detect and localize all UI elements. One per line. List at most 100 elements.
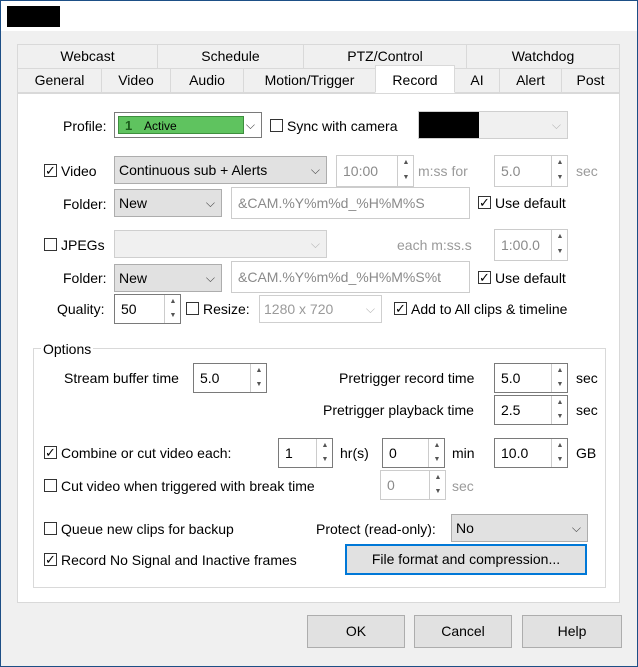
video-time-spinner[interactable]: ▲ ▼ bbox=[397, 156, 413, 186]
spin-down-icon[interactable]: ▼ bbox=[552, 245, 568, 260]
file-format-button[interactable]: File format and compression... bbox=[345, 544, 587, 575]
jpeg-folder-select[interactable]: New ⌵ bbox=[114, 264, 222, 292]
cut-video-checkbox[interactable] bbox=[44, 479, 57, 492]
profile-select[interactable]: 1 Active ⌵ bbox=[114, 112, 262, 138]
spin-up-icon[interactable]: ▲ bbox=[552, 396, 568, 410]
add-to-all-clips-checkbox[interactable] bbox=[394, 299, 407, 319]
help-button[interactable]: Help bbox=[522, 615, 622, 648]
combine-size-spinner[interactable]: ▲ ▼ bbox=[551, 439, 567, 467]
combine-label: Combine or cut video each: bbox=[61, 445, 232, 461]
video-mode-select[interactable]: Continuous sub + Alerts ⌵ bbox=[114, 156, 327, 184]
spin-up-icon[interactable]: ▲ bbox=[398, 156, 414, 171]
spin-down-icon[interactable]: ▼ bbox=[398, 171, 414, 186]
break-time-input[interactable]: 0 ▲ ▼ bbox=[380, 470, 446, 500]
jpeg-filename-value: &CAM.%Y%m%d_%H%M%S%t bbox=[238, 269, 442, 285]
spin-up-icon[interactable]: ▲ bbox=[552, 364, 568, 378]
spin-down-icon[interactable]: ▼ bbox=[552, 378, 568, 392]
ok-button[interactable]: OK bbox=[307, 615, 405, 648]
jpegs-label: JPEGs bbox=[61, 237, 105, 253]
resize-value: 1280 x 720 bbox=[264, 301, 334, 317]
chevron-down-icon: ⌵ bbox=[205, 271, 215, 285]
video-for-input[interactable]: 5.0 ▲ ▼ bbox=[494, 155, 568, 187]
pretrigger-record-input[interactable]: 5.0 ▲ ▼ bbox=[494, 363, 568, 393]
pretrigger-playback-value: 2.5 bbox=[501, 402, 521, 418]
combine-checkbox[interactable] bbox=[44, 443, 57, 463]
stream-buffer-spinner[interactable]: ▲ ▼ bbox=[250, 364, 266, 392]
combine-hours-unit: hr(s) bbox=[340, 445, 369, 461]
combine-hours-spinner[interactable]: ▲ ▼ bbox=[316, 439, 332, 467]
queue-backup-label: Queue new clips for backup bbox=[61, 521, 234, 537]
record-nosignal-label: Record No Signal and Inactive frames bbox=[61, 552, 297, 568]
jpegs-checkbox[interactable] bbox=[44, 238, 57, 251]
add-to-all-clips-label: Add to All clips & timeline bbox=[411, 301, 568, 317]
jpegs-each-spinner[interactable]: ▲ ▼ bbox=[551, 230, 567, 260]
video-checkbox[interactable] bbox=[44, 161, 57, 181]
break-time-value: 0 bbox=[387, 477, 395, 493]
break-time-unit: sec bbox=[452, 478, 474, 494]
profile-label: Profile: bbox=[63, 118, 107, 134]
sync-camera-checkbox[interactable] bbox=[270, 119, 283, 132]
spin-down-icon[interactable]: ▼ bbox=[317, 453, 333, 467]
video-use-default-label: Use default bbox=[495, 195, 566, 211]
protect-select[interactable]: No ⌵ bbox=[451, 514, 588, 542]
spin-up-icon[interactable]: ▲ bbox=[165, 295, 181, 309]
quality-label: Quality: bbox=[57, 301, 105, 317]
quality-input[interactable]: 50 ▲ ▼ bbox=[114, 294, 181, 324]
video-use-default-checkbox[interactable] bbox=[478, 193, 491, 213]
stream-buffer-value: 5.0 bbox=[200, 370, 220, 386]
combine-size-input[interactable]: 10.0 ▲ ▼ bbox=[494, 438, 568, 468]
spin-down-icon[interactable]: ▼ bbox=[251, 378, 267, 392]
cancel-button[interactable]: Cancel bbox=[414, 615, 512, 648]
spin-up-icon[interactable]: ▲ bbox=[251, 364, 267, 378]
jpeg-use-default-checkbox[interactable] bbox=[478, 268, 491, 288]
chevron-down-icon: ⌵ bbox=[310, 237, 320, 251]
video-folder-select[interactable]: New ⌵ bbox=[114, 189, 222, 217]
spin-down-icon[interactable]: ▼ bbox=[552, 453, 568, 467]
video-for-spinner[interactable]: ▲ ▼ bbox=[551, 156, 567, 186]
jpegs-each-input[interactable]: 1:00.0 ▲ ▼ bbox=[494, 229, 568, 261]
pretrigger-record-unit: sec bbox=[576, 370, 598, 386]
spin-up-icon[interactable]: ▲ bbox=[429, 439, 445, 453]
combine-hours-input[interactable]: 1 ▲ ▼ bbox=[278, 438, 333, 468]
combine-minutes-value: 0 bbox=[389, 445, 397, 461]
cut-video-label: Cut video when triggered with break time bbox=[61, 478, 315, 494]
chevron-down-icon: ⌵ bbox=[551, 118, 561, 132]
spin-up-icon[interactable]: ▲ bbox=[552, 156, 568, 171]
combine-minutes-input[interactable]: 0 ▲ ▼ bbox=[382, 438, 445, 468]
spin-up-icon[interactable]: ▲ bbox=[317, 439, 333, 453]
jpeg-filename-input[interactable]: &CAM.%Y%m%d_%H%M%S%t bbox=[231, 261, 470, 293]
combine-size-unit: GB bbox=[576, 445, 597, 461]
pretrigger-playback-input[interactable]: 2.5 ▲ ▼ bbox=[494, 395, 568, 425]
quality-spinner[interactable]: ▲ ▼ bbox=[164, 295, 180, 323]
break-time-spinner[interactable]: ▲ ▼ bbox=[429, 471, 445, 499]
combine-minutes-spinner[interactable]: ▲ ▼ bbox=[428, 439, 444, 467]
resize-checkbox[interactable] bbox=[186, 302, 199, 315]
spin-down-icon[interactable]: ▼ bbox=[429, 453, 445, 467]
pretrigger-record-spinner[interactable]: ▲ ▼ bbox=[551, 364, 567, 392]
spin-up-icon[interactable]: ▲ bbox=[430, 471, 446, 485]
jpeg-folder-label: Folder: bbox=[63, 270, 107, 286]
chevron-down-icon: ⌵ bbox=[310, 163, 320, 177]
camera-select[interactable]: ⌵ bbox=[418, 111, 568, 139]
chevron-down-icon: ⌵ bbox=[365, 302, 375, 316]
spin-up-icon[interactable]: ▲ bbox=[552, 230, 568, 245]
video-folder-label: Folder: bbox=[63, 196, 107, 212]
video-time-input[interactable]: 10:00 ▲ ▼ bbox=[336, 155, 414, 187]
jpegs-mode-select[interactable]: ⌵ bbox=[114, 230, 327, 258]
profile-name: Active bbox=[144, 119, 177, 133]
video-label: Video bbox=[61, 163, 97, 179]
stream-buffer-input[interactable]: 5.0 ▲ ▼ bbox=[193, 363, 267, 393]
spin-down-icon[interactable]: ▼ bbox=[430, 485, 446, 499]
spin-down-icon[interactable]: ▼ bbox=[552, 171, 568, 186]
queue-backup-checkbox[interactable] bbox=[44, 522, 57, 535]
resize-label: Resize: bbox=[203, 301, 250, 317]
pretrigger-playback-spinner[interactable]: ▲ ▼ bbox=[551, 396, 567, 424]
jpeg-folder-value: New bbox=[119, 270, 148, 286]
video-filename-input[interactable]: &CAM.%Y%m%d_%H%M%S bbox=[231, 187, 470, 219]
spin-down-icon[interactable]: ▼ bbox=[552, 410, 568, 424]
spin-up-icon[interactable]: ▲ bbox=[552, 439, 568, 453]
spin-down-icon[interactable]: ▼ bbox=[165, 309, 181, 323]
resize-select[interactable]: 1280 x 720 ⌵ bbox=[259, 295, 382, 323]
record-nosignal-checkbox[interactable] bbox=[44, 550, 57, 570]
video-for-value: 5.0 bbox=[501, 163, 521, 179]
